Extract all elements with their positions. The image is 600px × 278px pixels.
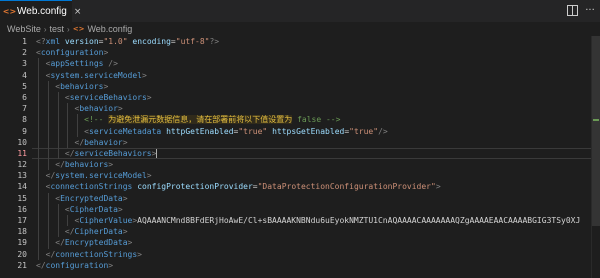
breadcrumb-item-website[interactable]: WebSite	[7, 24, 41, 34]
more-actions-icon[interactable]: ···	[584, 4, 596, 16]
split-editor-icon[interactable]	[566, 4, 578, 16]
code-line: <system.serviceModel>	[36, 69, 600, 81]
code-line-comment: <!-- 为避免泄漏元数据信息，请在部署前将以下值设置为 false -->	[36, 114, 600, 126]
line-number: 7	[22, 104, 27, 114]
code-line: </connectionStrings>	[36, 248, 600, 260]
tab-label: Web.config	[17, 6, 67, 17]
line-number: 21	[17, 260, 27, 270]
code-line: </behavior>	[36, 136, 600, 148]
line-number: 9	[22, 126, 27, 136]
code-line: <configuration>	[36, 48, 109, 58]
scrollbar-thumb[interactable]	[592, 36, 600, 226]
line-number: 6	[22, 92, 27, 102]
close-icon[interactable]: ×	[74, 7, 82, 17]
line-number: 14	[17, 182, 27, 192]
tab-web-config[interactable]: <> Web.config ×	[0, 0, 81, 22]
code-area[interactable]: <?xml version="1.0" encoding="utf-8"?> <…	[32, 36, 600, 271]
line-number-current: 11	[17, 148, 27, 158]
line-number: 2	[22, 48, 27, 58]
code-line: <EncryptedData>	[36, 192, 600, 204]
line-number: 3	[22, 59, 27, 69]
breadcrumb-item-test[interactable]: test	[50, 24, 65, 34]
line-number: 17	[17, 216, 27, 225]
xml-file-icon: <>	[2, 7, 17, 16]
xml-file-icon: <>	[72, 25, 85, 33]
line-number: 12	[17, 160, 27, 170]
chevron-right-icon: ›	[43, 24, 47, 34]
line-number: 4	[22, 70, 27, 80]
code-line: <appSettings />	[36, 58, 600, 70]
breadcrumb: WebSite › test › <> Web.config	[0, 22, 600, 36]
code-line: <behavior>	[36, 103, 600, 115]
code-line: </behaviors>	[36, 159, 600, 171]
code-line: </configuration>	[36, 260, 114, 270]
line-number: 13	[17, 171, 27, 181]
code-line: </CipherData>	[36, 226, 600, 238]
line-number: 18	[17, 227, 27, 237]
breadcrumb-item-file[interactable]: Web.config	[87, 24, 132, 34]
comment-marker	[593, 119, 599, 121]
line-number: 5	[22, 81, 27, 91]
editor-actions: ···	[566, 4, 596, 16]
line-number: 20	[17, 249, 27, 259]
line-number: 1	[22, 37, 27, 46]
line-number: 8	[22, 115, 27, 125]
line-number: 10	[17, 137, 27, 147]
line-number: 16	[17, 204, 27, 214]
code-editor[interactable]: 1 2 3 4 5 6 7 8 9 10 11 12 13 14 15 16 1…	[0, 36, 600, 278]
code-line: <serviceBehaviors>	[36, 91, 600, 104]
line-number: 19	[17, 238, 27, 248]
tab-bar: <> Web.config × ···	[0, 0, 600, 22]
code-line: <CipherValue>AQAAANCMnd8BFdERjHoAwE/Cl+s…	[36, 215, 600, 227]
chevron-right-icon: ›	[67, 24, 70, 34]
code-line: <connectionStrings configProtectionProvi…	[36, 181, 600, 193]
code-line: </EncryptedData>	[36, 237, 600, 249]
code-line: </system.serviceModel>	[36, 170, 600, 182]
line-number-gutter: 1 2 3 4 5 6 7 8 9 10 11 12 13 14 15 16 1…	[0, 36, 30, 271]
code-line-current: </serviceBehaviors>	[32, 147, 600, 160]
code-line: <?xml version="1.0" encoding="utf-8"?>	[36, 37, 220, 46]
comment-cjk-text: 为避免泄漏元数据信息，请在部署前将以下值设置为	[108, 115, 293, 125]
code-line: <serviceMetadata httpGetEnabled="true" h…	[36, 125, 600, 137]
code-line: <behaviors>	[36, 80, 600, 92]
code-line: <CipherData>	[36, 203, 600, 215]
line-number: 15	[17, 193, 27, 203]
